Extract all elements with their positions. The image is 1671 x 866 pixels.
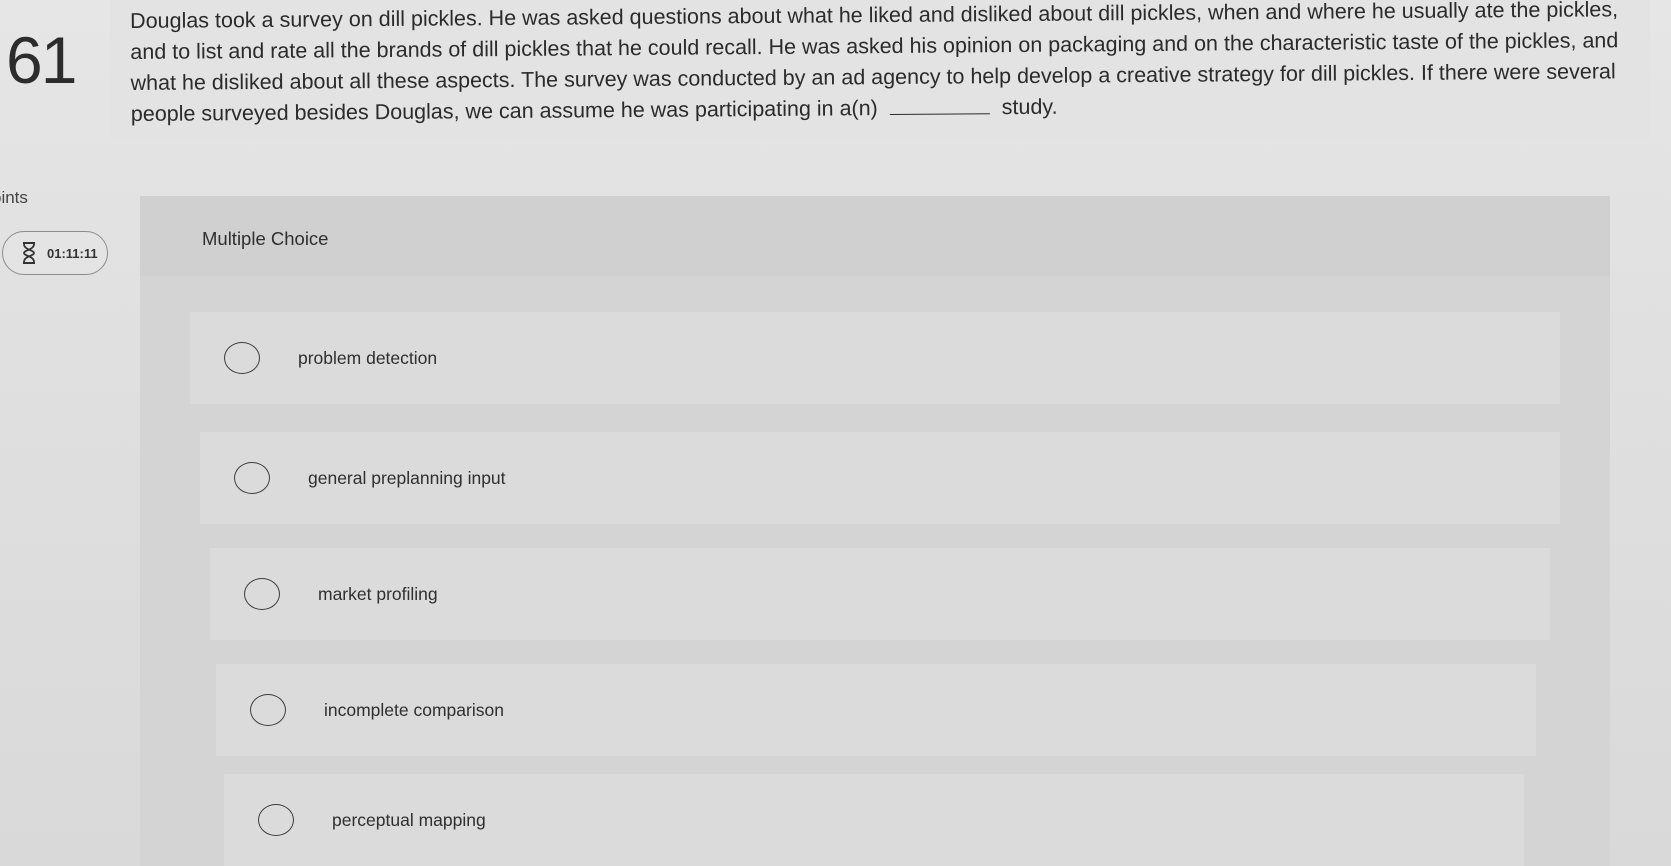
timer-value: 01:11:11 — [47, 245, 98, 261]
question-type-label: Multiple Choice — [202, 228, 329, 249]
radio-button[interactable] — [234, 462, 270, 494]
question-text-after-blank: study. — [1001, 94, 1058, 120]
answer-panel-header — [140, 196, 1610, 276]
question-prompt: Douglas took a survey on dill pickles. H… — [130, 0, 1631, 130]
radio-button[interactable] — [224, 342, 260, 374]
radio-button[interactable] — [244, 578, 280, 610]
answer-option-label: incomplete comparison — [324, 699, 504, 720]
hourglass-icon — [23, 242, 35, 264]
answer-option-label: market profiling — [318, 583, 438, 604]
timer-badge[interactable]: 01:11:11 — [2, 231, 108, 275]
answer-panel — [140, 196, 1610, 866]
points-label: oints — [0, 188, 28, 207]
answer-option[interactable]: perceptual mapping — [224, 774, 1524, 866]
answer-option[interactable]: general preplanning input — [200, 432, 1560, 524]
answer-option-label: problem detection — [298, 347, 438, 368]
answer-option[interactable]: incomplete comparison — [216, 664, 1536, 756]
question-number: 61 — [6, 23, 77, 97]
answer-option-label: perceptual mapping — [332, 809, 486, 830]
radio-button[interactable] — [258, 804, 294, 836]
answer-option-label: general preplanning input — [308, 467, 506, 488]
answer-option[interactable]: problem detection — [190, 312, 1560, 404]
answer-option[interactable]: market profiling — [210, 548, 1550, 640]
radio-button[interactable] — [250, 694, 286, 726]
question-text-before-blank: Douglas took a survey on dill pickles. H… — [130, 0, 1619, 126]
answer-blank — [889, 95, 990, 116]
